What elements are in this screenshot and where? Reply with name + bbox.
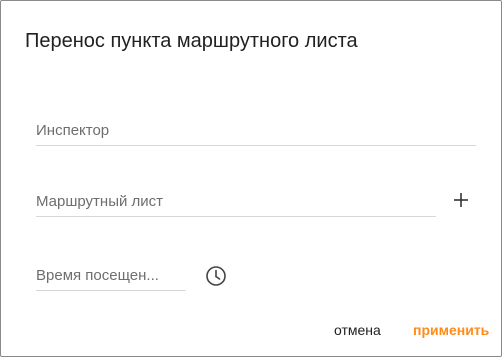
- plus-icon: [454, 193, 468, 207]
- transfer-dialog: Перенос пункта маршрутного листа Инспект…: [0, 0, 502, 357]
- time-picker-button[interactable]: [204, 264, 228, 288]
- dialog-title: Перенос пункта маршрутного листа: [25, 30, 358, 52]
- add-route-sheet-button[interactable]: [449, 188, 473, 212]
- clock-icon: [206, 266, 226, 286]
- cancel-button[interactable]: отмена: [334, 321, 381, 339]
- inspector-placeholder: Инспектор: [36, 122, 110, 139]
- route-sheet-field[interactable]: Маршрутный лист: [36, 187, 436, 217]
- visit-time-placeholder: Время посещен...: [36, 267, 159, 284]
- route-sheet-placeholder: Маршрутный лист: [36, 193, 164, 210]
- visit-time-field[interactable]: Время посещен...: [36, 261, 186, 291]
- inspector-field[interactable]: Инспектор: [36, 116, 476, 146]
- apply-button[interactable]: применить: [413, 321, 489, 339]
